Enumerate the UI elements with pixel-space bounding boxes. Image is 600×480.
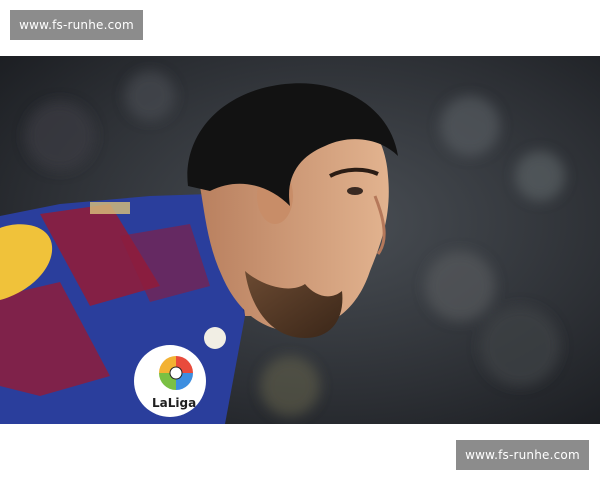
player-photo: LaLiga [0, 56, 600, 424]
eye [347, 187, 363, 195]
watermark-top: www.fs-runhe.com [10, 10, 143, 40]
badge-text: LaLiga [152, 396, 196, 410]
laliga-badge: LaLiga [134, 345, 206, 417]
sleeve-patch [204, 327, 226, 349]
watermark-bottom: www.fs-runhe.com [456, 440, 589, 470]
shoulder-trim [90, 202, 130, 214]
